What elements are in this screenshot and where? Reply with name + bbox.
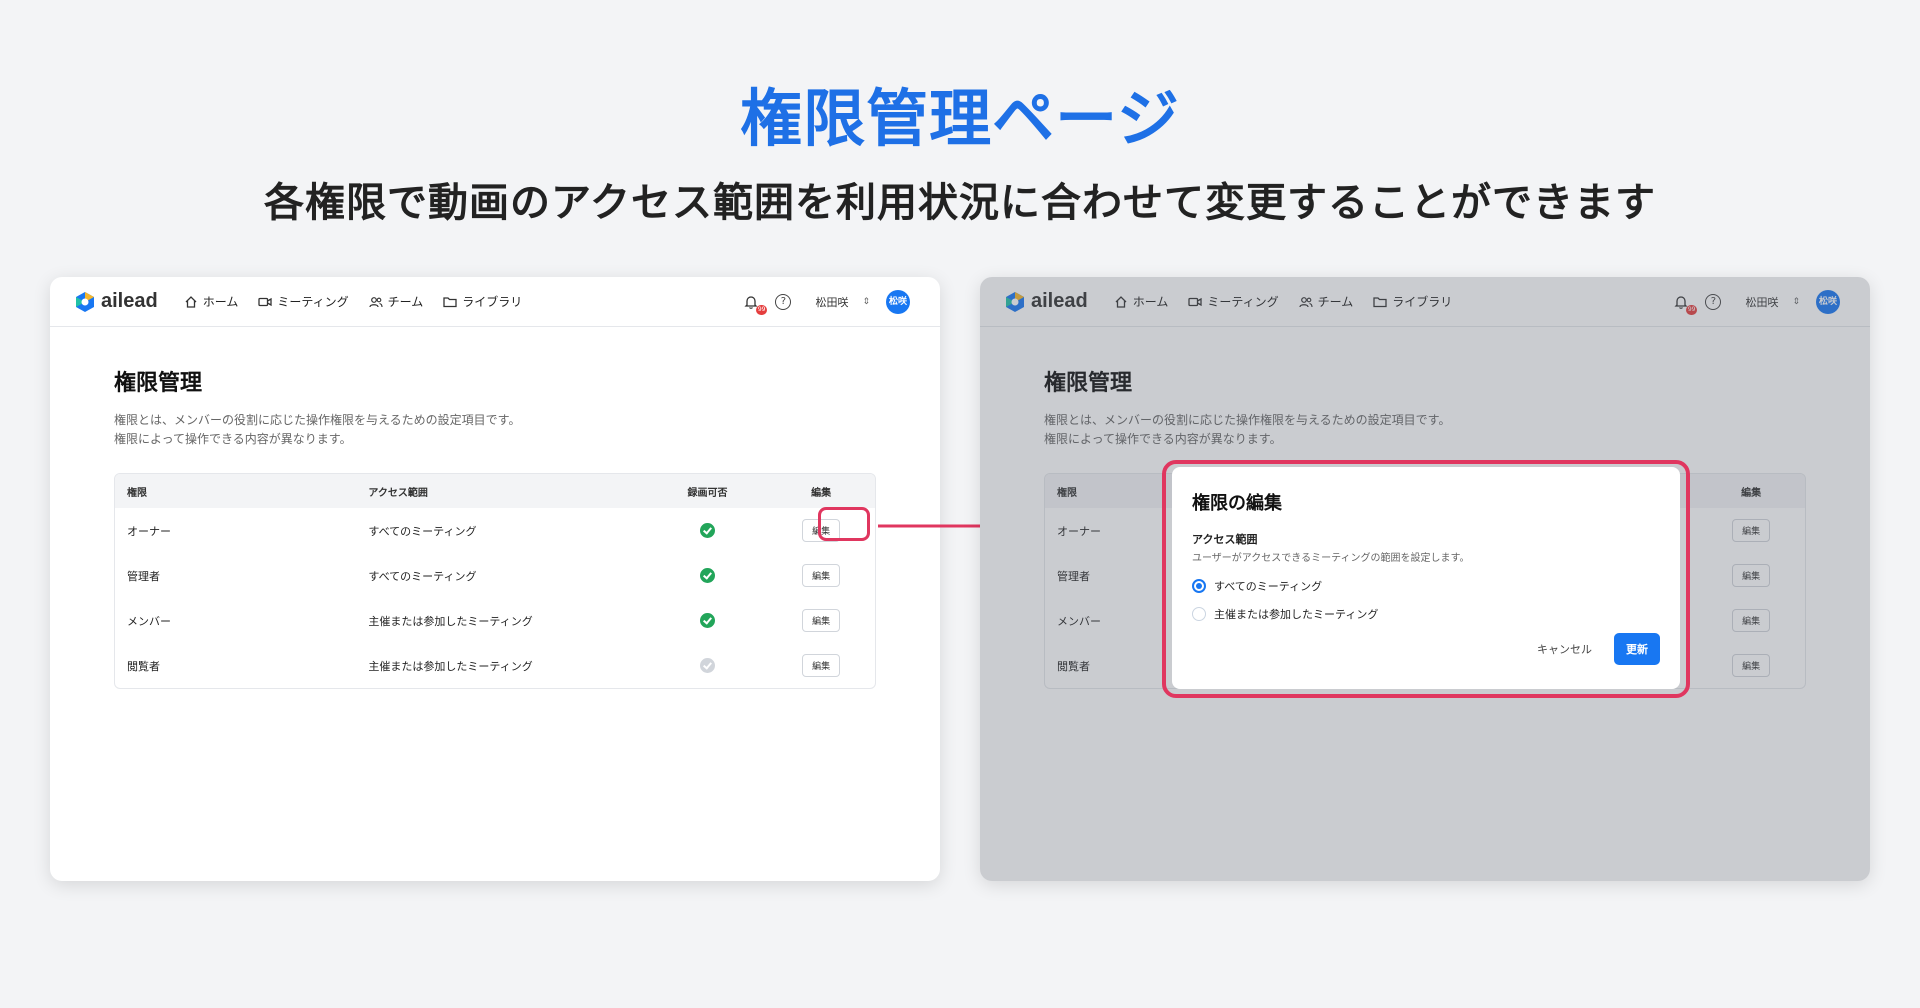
notification-badge: 99 bbox=[755, 305, 768, 315]
edit-button[interactable]: 編集 bbox=[802, 564, 841, 587]
nav-home[interactable]: ホーム bbox=[184, 293, 239, 310]
nav-team-label: チーム bbox=[387, 295, 424, 309]
table-row: 閲覧者 主催または参加したミーティング 編集 bbox=[115, 643, 875, 688]
check-circle-icon bbox=[699, 523, 715, 538]
folder-icon bbox=[443, 296, 457, 307]
hero-subheadline: 各権限で動画のアクセス範囲を利用状況に合わせて変更することができます bbox=[264, 180, 1656, 226]
app-logo[interactable]: ailead bbox=[75, 290, 158, 313]
edit-button[interactable]: 編集 bbox=[802, 654, 841, 677]
chevron-updown-icon: ⇕ bbox=[862, 297, 870, 307]
nav-meetings-label: ミーティング bbox=[277, 295, 349, 309]
check-circle-icon bbox=[699, 568, 715, 583]
navbar-right: 99 ? 松田咲 ⇕ 松咲 bbox=[743, 277, 910, 327]
app-screenshot-before: ailead ホーム ミーティング チーム ライブラリ 99 ? 松田咲 ⇕ 松… bbox=[50, 277, 940, 881]
role-cell: オーナー bbox=[127, 524, 171, 538]
role-cell: 管理者 bbox=[127, 569, 160, 583]
role-cell: 閲覧者 bbox=[127, 659, 160, 673]
check-circle-disabled-icon bbox=[699, 658, 715, 673]
edit-button[interactable]: 編集 bbox=[802, 609, 841, 632]
nav-home-label: ホーム bbox=[202, 295, 239, 309]
logo-icon bbox=[76, 291, 94, 312]
modal-highlight bbox=[1162, 460, 1690, 698]
col-header-edit: 編集 bbox=[811, 487, 832, 499]
users-icon bbox=[369, 296, 383, 307]
scope-cell: 主催または参加したミーティング bbox=[368, 614, 533, 628]
role-cell: メンバー bbox=[127, 614, 171, 628]
nav-library[interactable]: ライブラリ bbox=[443, 293, 522, 310]
main-content: 権限管理 権限とは、メンバーの役割に応じた操作権限を与えるための設定項目です。 … bbox=[50, 327, 940, 727]
table-header: 権限 アクセス範囲 録画可否 編集 bbox=[115, 474, 875, 508]
col-header-scope: アクセス範囲 bbox=[368, 487, 428, 499]
table-row: 管理者 すべてのミーティング 編集 bbox=[115, 553, 875, 598]
col-header-role: 権限 bbox=[127, 487, 147, 499]
home-icon bbox=[185, 295, 197, 308]
page-description-1: 権限とは、メンバーの役割に応じた操作権限を与えるための設定項目です。 bbox=[114, 413, 521, 427]
scope-cell: 主催または参加したミーティング bbox=[368, 659, 533, 673]
video-icon bbox=[258, 297, 272, 306]
col-header-recording: 録画可否 bbox=[687, 487, 728, 499]
logo-text: ailead bbox=[101, 290, 158, 312]
table-row: メンバー 主催または参加したミーティング 編集 bbox=[115, 598, 875, 643]
nav-library-label: ライブラリ bbox=[462, 295, 523, 309]
top-navbar: ailead ホーム ミーティング チーム ライブラリ 99 ? 松田咲 ⇕ 松… bbox=[50, 277, 940, 327]
nav-team[interactable]: チーム bbox=[369, 293, 424, 310]
nav-meetings[interactable]: ミーティング bbox=[258, 293, 349, 310]
hero-headline: 権限管理ページ bbox=[740, 82, 1180, 155]
page-title: 権限管理 bbox=[114, 371, 203, 396]
avatar[interactable]: 松咲 bbox=[886, 290, 910, 314]
check-circle-icon bbox=[699, 613, 715, 628]
scope-cell: すべてのミーティング bbox=[368, 524, 477, 538]
edit-button-highlight bbox=[818, 507, 870, 541]
scope-cell: すべてのミーティング bbox=[368, 569, 477, 583]
permissions-table: 権限 アクセス範囲 録画可否 編集 オーナー すべてのミーティング 編集 管理者… bbox=[114, 473, 876, 689]
user-name: 松田咲 bbox=[815, 296, 849, 309]
user-menu[interactable]: 松田咲 ⇕ bbox=[815, 294, 870, 310]
table-row: オーナー すべてのミーティング 編集 bbox=[115, 508, 875, 553]
page-description-2: 権限によって操作できる内容が異なります。 bbox=[114, 432, 352, 446]
help-icon[interactable]: ? bbox=[775, 294, 792, 310]
notification-bell-icon[interactable]: 99 bbox=[743, 294, 768, 315]
